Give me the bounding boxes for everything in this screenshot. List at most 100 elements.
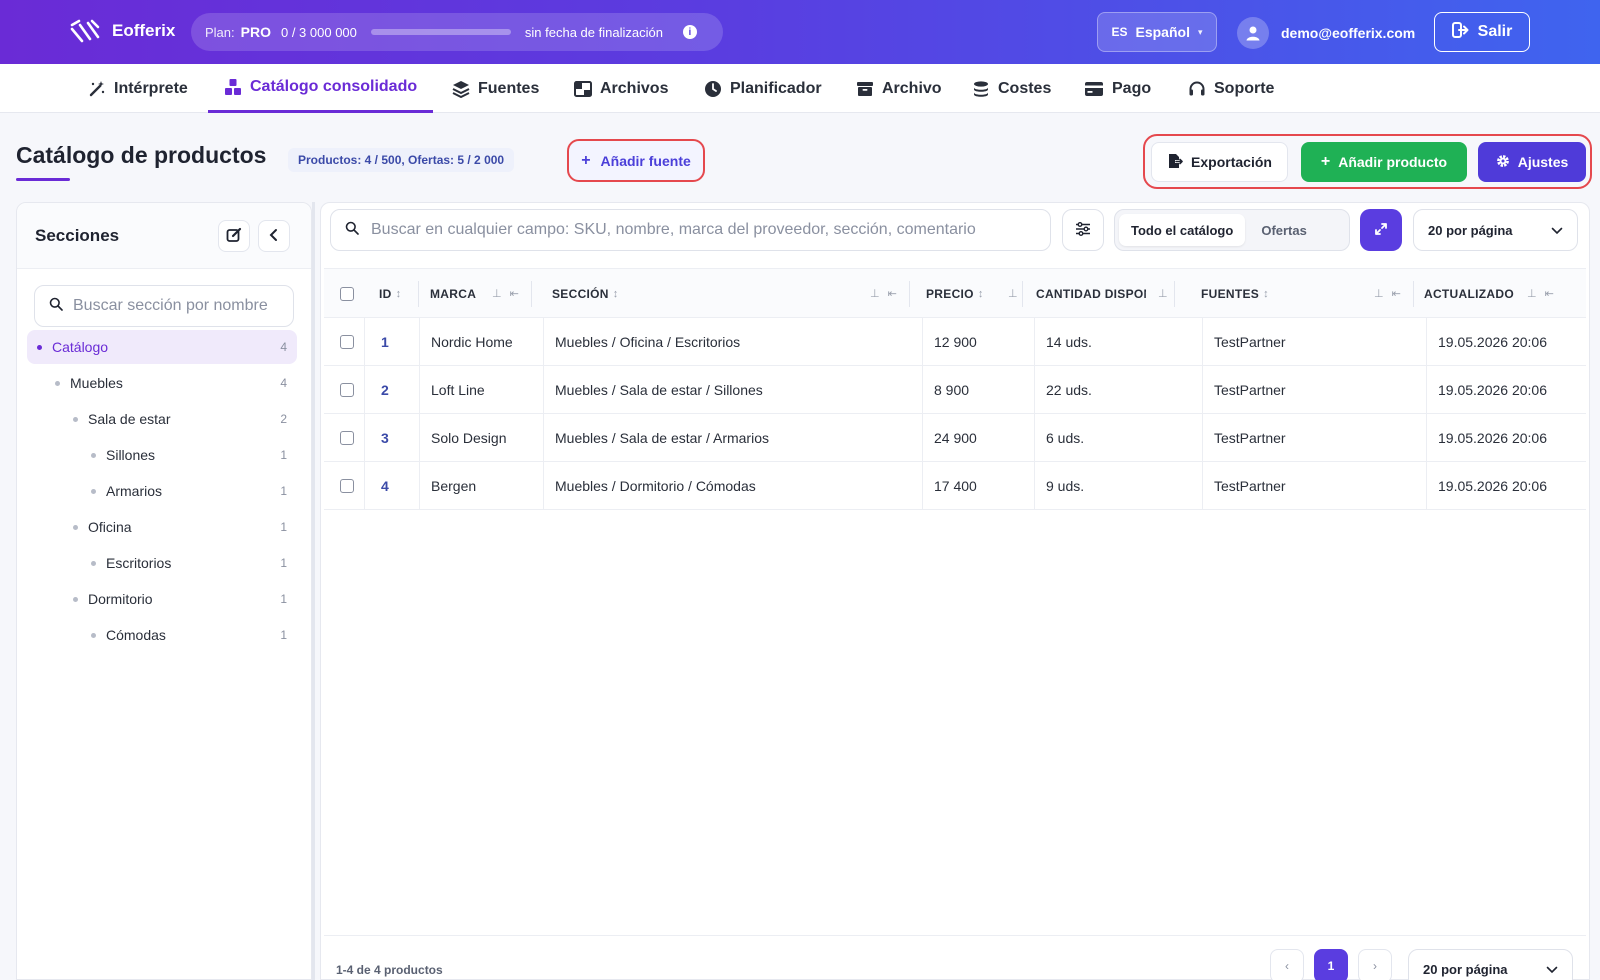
files-icon [574, 80, 592, 98]
edit-sections-button[interactable] [218, 220, 250, 252]
filters-button[interactable] [1062, 209, 1104, 251]
tree-item-sala-de-estar[interactable]: Sala de estar 2 [27, 402, 297, 436]
tree-item-oficina[interactable]: Oficina 1 [27, 510, 297, 544]
nav-item-soporte[interactable]: Soporte [1172, 64, 1290, 113]
tree-item-muebles[interactable]: Muebles 4 [27, 366, 297, 400]
nav-item-fuentes[interactable]: Fuentes [436, 64, 555, 113]
tree-item-dormitorio[interactable]: Dormitorio 1 [27, 582, 297, 616]
column-tools: ⊥ ⇤ [492, 287, 519, 300]
add-product-button[interactable]: + Añadir producto [1301, 142, 1467, 182]
nav-label: Archivo [882, 79, 942, 97]
nav-item-archivos[interactable]: Archivos [558, 64, 684, 113]
plus-icon: + [1320, 153, 1331, 170]
tree-item-sillones[interactable]: Sillones 1 [27, 438, 297, 472]
settings-button[interactable]: Ajustes [1478, 142, 1586, 182]
gear-icon [1496, 154, 1510, 171]
resize-icon[interactable]: ⇤ [1392, 287, 1401, 300]
cell-actualizado: 19.05.2026 20:06 [1438, 477, 1547, 494]
add-source-button[interactable]: + Añadir fuente [567, 139, 705, 182]
column-header-cantidad[interactable]: CANTIDAD DISPONIBLE [1036, 269, 1146, 319]
cell-id[interactable]: 1 [381, 318, 389, 365]
column-header-fuentes[interactable]: FUENTES ↕ [1201, 269, 1269, 319]
pin-icon[interactable]: ⊥ [1527, 287, 1537, 300]
table-row[interactable]: 4 Bergen Muebles / Dormitorio / Cómodas … [324, 462, 1586, 510]
bullet-icon [91, 488, 96, 494]
results-summary: 1-4 de 4 productos [336, 963, 443, 977]
row-checkbox[interactable] [340, 366, 354, 413]
usage-counts-badge: Productos: 4 / 500, Ofertas: 5 / 2 000 [288, 148, 515, 172]
info-icon[interactable]: i [682, 25, 697, 39]
page-button[interactable]: 1 [1314, 949, 1348, 980]
resize-icon[interactable]: ⇤ [1545, 287, 1554, 300]
pin-icon[interactable]: ⊥ [1008, 287, 1018, 300]
product-search-input[interactable]: Buscar en cualquier campo: SKU, nombre, … [330, 209, 1051, 251]
tree-item-escritorios[interactable]: Escritorios 1 [27, 546, 297, 580]
column-header-actualizado[interactable]: ACTUALIZADO [1424, 269, 1518, 319]
sidebar-resize-handle[interactable] [312, 202, 315, 980]
column-divider[interactable] [418, 281, 419, 307]
row-checkbox[interactable] [340, 414, 354, 461]
select-all-checkbox[interactable] [340, 269, 354, 319]
expand-table-button[interactable] [1360, 209, 1402, 251]
column-header-id[interactable]: ID ↕ [379, 269, 401, 319]
row-checkbox[interactable] [340, 462, 354, 509]
pin-icon[interactable]: ⊥ [1158, 287, 1168, 300]
scope-offers-tab[interactable]: Ofertas [1249, 214, 1319, 246]
chevron-down-icon [1546, 962, 1558, 977]
resize-icon[interactable]: ⇤ [888, 287, 897, 300]
settings-label: Ajustes [1517, 154, 1569, 170]
cell-id[interactable]: 2 [381, 366, 389, 413]
column-divider[interactable] [531, 281, 532, 307]
nav-item-pago[interactable]: Pago [1068, 64, 1167, 113]
language-selector[interactable]: ES Español ▾ [1097, 12, 1217, 52]
logo-icon [70, 19, 100, 43]
column-divider[interactable] [1413, 281, 1414, 307]
row-checkbox[interactable] [340, 318, 354, 365]
plan-usage-bar [370, 29, 511, 35]
next-page-button[interactable]: › [1358, 949, 1392, 980]
checkbox-icon [340, 334, 354, 349]
per-page-select[interactable]: 20 por página [1413, 209, 1578, 251]
column-divider[interactable] [1174, 281, 1175, 307]
bullet-icon [91, 560, 96, 566]
pin-icon[interactable]: ⊥ [1374, 287, 1384, 300]
table-row[interactable]: 3 Solo Design Muebles / Sala de estar / … [324, 414, 1586, 462]
nav-item-costes[interactable]: Costes [956, 64, 1067, 113]
nav-item-catalogo-consolidado[interactable]: Catálogo consolidado [208, 64, 434, 113]
table-row[interactable]: 1 Nordic Home Muebles / Oficina / Escrit… [324, 318, 1586, 366]
tree-item-armarios[interactable]: Armarios 1 [27, 474, 297, 508]
logout-button[interactable]: Salir [1434, 12, 1530, 52]
sliders-icon [1075, 221, 1091, 239]
user-menu[interactable]: demo@eofferix.com [1237, 17, 1415, 49]
tree-item-catalogo[interactable]: Catálogo 4 [27, 330, 297, 364]
scope-all-tab[interactable]: Todo el catálogo [1119, 214, 1246, 246]
tree-item-label: Cómodas [106, 627, 166, 643]
collapse-sidebar-button[interactable] [258, 220, 290, 252]
cell-marca: Solo Design [431, 429, 507, 446]
table-row[interactable]: 2 Loft Line Muebles / Sala de estar / Si… [324, 366, 1586, 414]
pin-icon[interactable]: ⊥ [492, 287, 502, 300]
main-nav: Intérprete Catálogo consolidado Fuentes … [0, 64, 1600, 113]
export-button[interactable]: Exportación [1151, 142, 1288, 182]
app-logo[interactable]: Eofferix [70, 19, 175, 43]
nav-item-planificador[interactable]: Planificador [688, 64, 838, 113]
resize-icon[interactable]: ⇤ [510, 287, 519, 300]
column-header-precio[interactable]: PRECIO ↕ [926, 269, 984, 319]
column-header-seccion[interactable]: SECCIÓN ↕ [552, 269, 619, 319]
prev-page-button[interactable]: ‹ [1270, 949, 1304, 980]
cell-id[interactable]: 3 [381, 414, 389, 461]
column-header-marca[interactable]: MARCA [430, 269, 476, 319]
column-header-label: FUENTES [1201, 287, 1260, 301]
column-divider[interactable] [1022, 281, 1023, 307]
section-search-input[interactable]: Buscar sección por nombre [34, 285, 294, 327]
pin-icon[interactable]: ⊥ [870, 287, 880, 300]
per-page-value: 20 por página [1428, 222, 1513, 238]
tree-item-count: 1 [280, 484, 287, 498]
nav-item-interprete[interactable]: Intérprete [72, 64, 204, 113]
nav-item-archivo[interactable]: Archivo [840, 64, 958, 113]
cell-id[interactable]: 4 [381, 462, 389, 509]
column-divider[interactable] [909, 281, 910, 307]
bullet-icon [55, 380, 60, 386]
tree-item-comodas[interactable]: Cómodas 1 [27, 618, 297, 652]
footer-per-page-select[interactable]: 20 por página [1408, 949, 1573, 980]
